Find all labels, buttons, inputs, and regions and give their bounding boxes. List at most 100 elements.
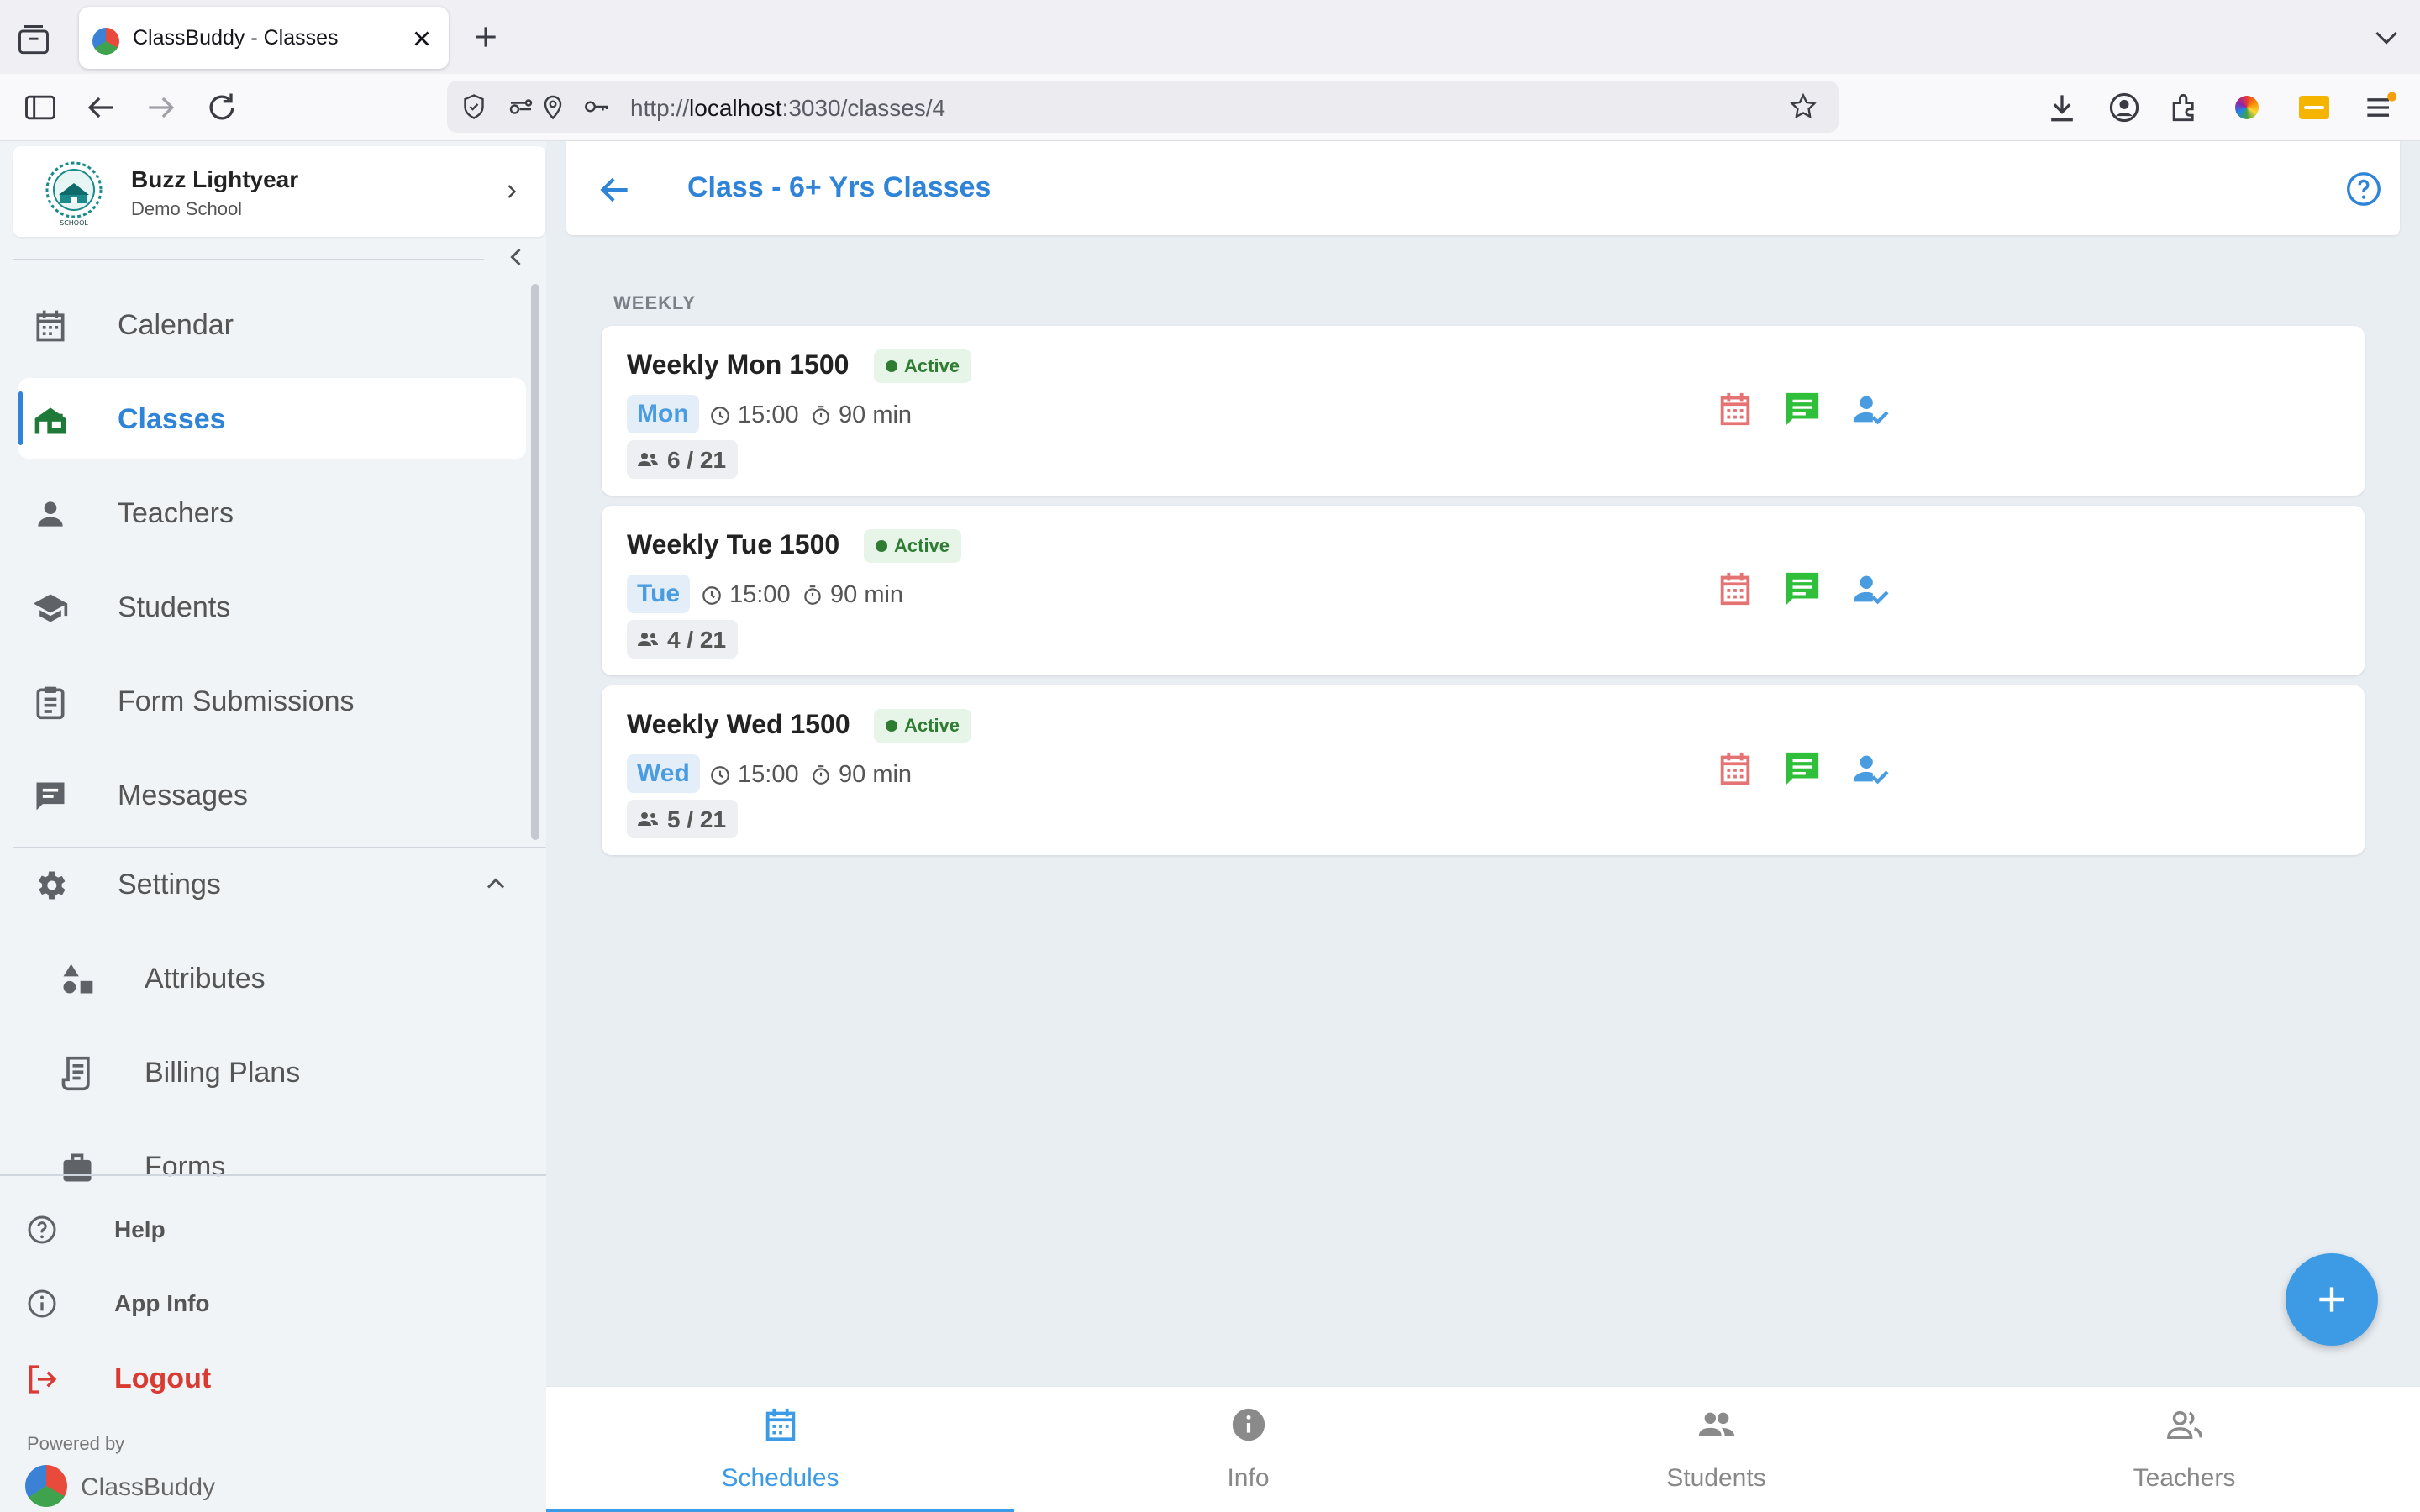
sidebar-item-label: Settings: [118, 869, 221, 900]
menu-icon[interactable]: [2361, 89, 2398, 126]
message-icon: [32, 778, 69, 815]
add-schedule-button[interactable]: [2286, 1253, 2378, 1346]
back-arrow-icon[interactable]: [82, 89, 119, 126]
sidebar-item-attributes[interactable]: Attributes: [18, 937, 526, 1018]
sidebar-item-label: Forms: [145, 1151, 226, 1183]
tab-info[interactable]: Info: [1014, 1387, 1482, 1512]
permissions-icon[interactable]: [506, 92, 536, 122]
url-text[interactable]: http://localhost:3030/classes/4: [630, 95, 945, 122]
school-house-icon: [32, 402, 69, 438]
key-icon[interactable]: [581, 92, 612, 122]
message-action-icon[interactable]: [1783, 749, 1822, 788]
enrollment-count: 5 / 21: [627, 800, 738, 838]
sidebar-item-forms[interactable]: Forms: [18, 1126, 526, 1206]
url-scheme: http://: [630, 95, 690, 121]
sidebar-item-messages[interactable]: Messages: [18, 754, 526, 835]
calendar-action-icon[interactable]: [1716, 570, 1754, 608]
schedule-card[interactable]: Weekly Wed 1500 Active Wed 15:00 90 min …: [602, 685, 2365, 855]
day-chip: Tue: [627, 575, 691, 613]
page-title: Class - 6+ Yrs Classes: [687, 171, 992, 203]
logout-button[interactable]: Logout: [25, 1352, 496, 1403]
profile-card[interactable]: SCHOOL Buzz Lightyear Demo School: [13, 146, 545, 237]
powered-by-text: Powered by: [27, 1433, 125, 1454]
profile-name: Buzz Lightyear: [131, 166, 299, 192]
sidebar-scrollbar[interactable]: [531, 284, 539, 840]
sidebar-toggle-icon[interactable]: [22, 89, 59, 126]
divider: [0, 1174, 546, 1176]
sidebar-item-label: Teachers: [118, 497, 234, 529]
sidebar-item-calendar[interactable]: Calendar: [18, 284, 526, 365]
tab-label: Schedules: [721, 1464, 839, 1492]
password-extension-icon[interactable]: [2296, 89, 2333, 126]
calendar-icon: [765, 1408, 796, 1441]
schedule-card[interactable]: Weekly Mon 1500 Active Mon 15:00 90 min …: [602, 326, 2365, 496]
attendance-action-icon[interactable]: [1850, 390, 1889, 428]
app-root: SCHOOL Buzz Lightyear Demo School Calend…: [0, 141, 2420, 1512]
info-icon: [25, 1287, 59, 1320]
shield-icon[interactable]: [459, 92, 489, 122]
chevron-up-icon[interactable]: [481, 869, 511, 899]
calendar-action-icon[interactable]: [1716, 390, 1754, 428]
group-icon: [638, 633, 658, 646]
sidebar-item-label: Classes: [118, 403, 226, 435]
account-icon[interactable]: [2106, 89, 2143, 126]
help-label: Help: [114, 1216, 166, 1242]
url-bar[interactable]: http://localhost:3030/classes/4: [447, 81, 1839, 133]
group-icon: [1698, 1412, 1735, 1436]
sidebar-item-label: Messages: [118, 780, 248, 811]
location-pin-icon[interactable]: [538, 92, 568, 122]
chevron-right-icon[interactable]: [500, 180, 523, 203]
sidebar-item-billing-plans[interactable]: Billing Plans: [18, 1032, 526, 1112]
section-label: WEEKLY: [613, 292, 697, 313]
sidebar-item-classes[interactable]: Classes: [18, 378, 526, 459]
help-circle-icon: [25, 1213, 59, 1247]
tab-schedules[interactable]: Schedules: [546, 1387, 1014, 1512]
divider: [13, 259, 484, 260]
brand-name: ClassBuddy: [81, 1473, 216, 1501]
message-action-icon[interactable]: [1783, 390, 1822, 428]
attendance-action-icon[interactable]: [1850, 570, 1889, 608]
timer-icon: [813, 765, 829, 785]
message-action-icon[interactable]: [1783, 570, 1822, 608]
downloads-icon[interactable]: [2044, 89, 2081, 126]
extensions-icon[interactable]: [2166, 89, 2203, 126]
svg-text:SCHOOL: SCHOOL: [60, 219, 88, 227]
tab-students[interactable]: Students: [1482, 1387, 1950, 1512]
chevron-down-icon[interactable]: [2370, 20, 2403, 54]
tab-title: ClassBuddy - Classes: [133, 26, 339, 50]
timer-icon: [804, 585, 821, 605]
sidebar-item-teachers[interactable]: Teachers: [18, 472, 526, 553]
app-info-link[interactable]: App Info: [25, 1277, 496, 1327]
calendar-action-icon[interactable]: [1716, 749, 1754, 788]
back-arrow-icon[interactable]: [597, 171, 634, 208]
forward-arrow-icon[interactable]: [143, 89, 180, 126]
schedule-duration: 90 min: [839, 761, 913, 788]
attendance-action-icon[interactable]: [1850, 749, 1889, 788]
tab-list-icon[interactable]: [15, 22, 52, 59]
sidebar-item-form-submissions[interactable]: Form Submissions: [18, 660, 526, 741]
url-host: localhost: [689, 95, 782, 121]
timer-icon: [813, 406, 829, 425]
clock-icon: [702, 586, 721, 605]
browser-tab[interactable]: ClassBuddy - Classes: [79, 7, 449, 69]
collapse-sidebar-icon[interactable]: [501, 242, 531, 272]
enrollment-count: 6 / 21: [627, 440, 738, 479]
reload-icon[interactable]: [203, 89, 240, 126]
help-link[interactable]: Help: [25, 1203, 496, 1253]
sidebar-item-students[interactable]: Students: [18, 566, 526, 647]
classbuddy-logo-icon: [25, 1465, 67, 1507]
help-circle-icon[interactable]: [2344, 170, 2383, 208]
sidebar-item-label: Attributes: [145, 963, 266, 995]
bookmark-star-icon[interactable]: [1788, 92, 1818, 122]
tab-teachers[interactable]: Teachers: [1950, 1387, 2418, 1512]
close-icon[interactable]: [407, 24, 437, 54]
schedule-card[interactable]: Weekly Tue 1500 Active Tue 15:00 90 min …: [602, 506, 2365, 675]
sidebar-item-settings[interactable]: Settings: [18, 843, 526, 924]
group-icon: [638, 453, 658, 466]
status-badge: Active: [864, 529, 962, 563]
people-outline-icon: [2167, 1410, 2202, 1440]
sidebar: SCHOOL Buzz Lightyear Demo School Calend…: [0, 141, 546, 1512]
enrollment-text: 5 / 21: [667, 806, 727, 832]
new-tab-icon[interactable]: [469, 20, 502, 54]
color-picker-extension-icon[interactable]: [2228, 89, 2265, 126]
